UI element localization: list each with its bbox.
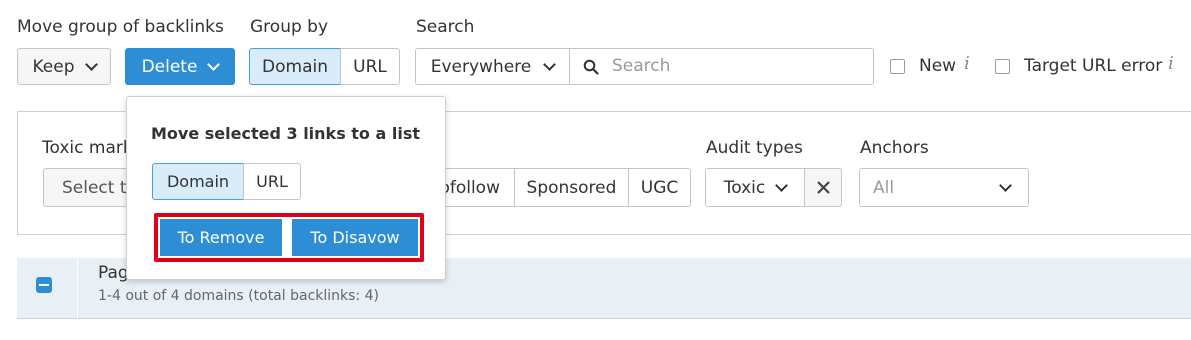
popup-domain-label: Domain <box>166 172 230 191</box>
highlight-frame: To Remove To Disavow <box>154 213 424 262</box>
search-scope-dropdown[interactable]: Everywhere <box>415 48 570 85</box>
target-url-error-checkbox[interactable] <box>995 59 1010 74</box>
column-header-page[interactable]: Pag <box>98 263 129 283</box>
group-by-domain-label: Domain <box>262 56 328 77</box>
delete-label: Delete <box>141 56 198 77</box>
clear-audit-button[interactable] <box>804 168 842 207</box>
keep-label: Keep <box>32 56 75 77</box>
keep-dropdown[interactable]: Keep <box>17 48 111 85</box>
group-by-domain-button[interactable]: Domain <box>249 48 341 85</box>
info-icon[interactable]: i <box>964 53 970 74</box>
new-checkbox[interactable] <box>890 59 905 74</box>
delete-dropdown[interactable]: Delete <box>125 48 235 85</box>
toxic-markers-label: Toxic mark <box>42 138 133 158</box>
move-group-label: Move group of backlinks <box>17 17 224 37</box>
anchors-placeholder: All <box>873 177 895 198</box>
group-by-url-button[interactable]: URL <box>340 48 400 85</box>
chevron-down-icon <box>999 178 1012 192</box>
anchors-label: Anchors <box>860 138 929 158</box>
search-icon <box>583 59 599 75</box>
to-remove-label: To Remove <box>177 228 265 247</box>
search-label: Search <box>416 17 475 37</box>
move-links-popup: Move selected 3 links to a list Domain U… <box>126 96 446 280</box>
select-all-checkbox[interactable] <box>36 277 52 293</box>
chevron-down-icon <box>775 178 789 192</box>
info-icon[interactable]: i <box>1168 53 1174 74</box>
new-label: New <box>919 56 957 76</box>
link-type-nofollow-label: ofollow <box>439 177 500 198</box>
group-by-label: Group by <box>250 17 329 37</box>
toxic-markers-select[interactable]: Select t <box>43 168 133 207</box>
link-type-sponsored-button[interactable]: Sponsored <box>514 168 629 207</box>
minus-icon <box>39 284 49 286</box>
chevron-down-icon <box>207 57 221 71</box>
table-summary: 1-4 out of 4 domains (total backlinks: 4… <box>98 288 379 304</box>
close-icon <box>816 181 830 194</box>
group-by-url-label: URL <box>353 56 387 77</box>
to-disavow-button[interactable]: To Disavow <box>292 219 418 256</box>
anchors-dropdown[interactable]: All <box>859 168 1029 207</box>
column-divider <box>77 258 78 319</box>
link-type-ugc-label: UGC <box>640 177 679 198</box>
link-type-sponsored-label: Sponsored <box>526 177 617 198</box>
target-url-error-label: Target URL error <box>1024 56 1163 76</box>
to-remove-button[interactable]: To Remove <box>160 219 282 256</box>
audit-types-dropdown[interactable]: Toxic <box>705 168 805 207</box>
popup-title: Move selected 3 links to a list <box>151 124 420 143</box>
audit-types-label: Audit types <box>706 138 803 158</box>
chevron-down-icon <box>543 57 557 71</box>
to-disavow-label: To Disavow <box>310 228 400 247</box>
popup-url-label: URL <box>256 172 288 191</box>
popup-domain-button[interactable]: Domain <box>152 163 244 200</box>
audit-types-value: Toxic <box>723 177 766 198</box>
link-type-ugc-button[interactable]: UGC <box>628 168 691 207</box>
search-input[interactable]: Search <box>569 48 874 85</box>
chevron-down-icon <box>84 57 98 71</box>
popup-url-button[interactable]: URL <box>243 163 301 200</box>
search-scope-value: Everywhere <box>430 56 532 77</box>
toxic-markers-placeholder: Select t <box>62 177 127 198</box>
search-placeholder: Search <box>612 56 671 76</box>
